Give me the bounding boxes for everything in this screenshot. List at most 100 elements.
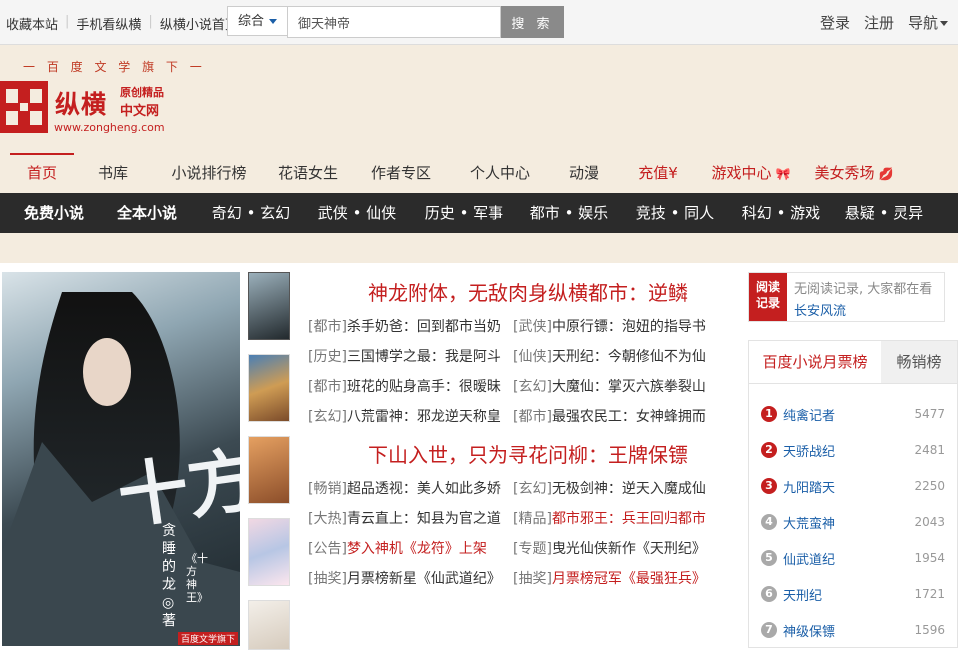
genre-tag[interactable]: [历史] <box>308 349 347 365</box>
genre-tag[interactable]: [仙侠] <box>513 349 552 365</box>
list-item[interactable]: 3 九阳踏天 2250 <box>749 468 957 504</box>
search-category-select[interactable]: 综合 <box>227 6 287 36</box>
headline-link[interactable]: 神龙附体，无敌肉身纵横都市：逆鳞 <box>318 278 738 308</box>
thumbnail[interactable] <box>248 354 290 422</box>
cover-art-icon: 十方神王 <box>2 292 240 646</box>
genre-tag[interactable]: [武侠] <box>513 319 552 335</box>
logo-name: 纵横 <box>55 90 108 119</box>
search-button[interactable]: 搜 索 <box>501 6 564 38</box>
news-link[interactable]: 都市邪王：兵王回归都市 <box>552 511 706 527</box>
news-link[interactable]: 三国博学之最：我是阿斗 <box>347 349 501 365</box>
news-link[interactable]: 班花的贴身高手：很暧昧 <box>347 379 501 395</box>
nav-girls[interactable]: 花语女生 <box>266 153 350 193</box>
list-item[interactable]: 7 神级保镖 1596 <box>749 612 957 648</box>
tab-bestseller[interactable]: 畅销榜 <box>881 341 957 383</box>
rank-book-link[interactable]: 天骄战纪 <box>783 441 903 460</box>
rank-book-link[interactable]: 大荒蛮神 <box>783 513 903 532</box>
recommended-book-link[interactable]: 长安风流 <box>794 300 846 319</box>
news-link[interactable]: 杀手奶爸：回到都市当奶 <box>347 319 501 335</box>
rank-count: 1721 <box>914 587 945 601</box>
cat-urban[interactable]: 都市 • 娱乐 <box>516 193 622 233</box>
cat-fantasy[interactable]: 奇幻 • 玄幻 <box>200 193 302 233</box>
rank-book-link[interactable]: 仙武道纪 <box>783 549 903 568</box>
thumbnail[interactable] <box>248 518 290 586</box>
genre-tag[interactable]: [抽奖] <box>513 571 552 587</box>
genre-tag[interactable]: [畅销] <box>308 481 347 497</box>
nav-authors[interactable]: 作者专区 <box>350 153 452 193</box>
rank-book-link[interactable]: 天刑纪 <box>783 585 903 604</box>
rank-book-link[interactable]: 九阳踏天 <box>783 477 903 496</box>
news-link[interactable]: 月票榜新星《仙武道纪》 <box>347 571 501 587</box>
nav-menu-link[interactable]: 导航 <box>908 12 948 33</box>
genre-tag[interactable]: [公告] <box>308 541 347 557</box>
nav-beauty-show[interactable]: 美女秀场 💋 <box>806 153 902 193</box>
rank-book-link[interactable]: 纯禽记者 <box>783 405 903 424</box>
news-row: [历史]三国博学之最：我是阿斗 [仙侠]天刑纪：今朝修仙不为仙 <box>308 342 728 372</box>
genre-tag[interactable]: [精品] <box>513 511 552 527</box>
list-item[interactable]: 1 纯禽记者 5477 <box>749 396 957 432</box>
nav-game-center[interactable]: 游戏中心 🎀 <box>696 153 806 193</box>
genre-tag[interactable]: [都市] <box>308 379 347 395</box>
cat-history[interactable]: 历史 • 军事 <box>412 193 516 233</box>
top-links: 收藏本站 | 手机看纵横 | 纵横小说首页 <box>6 14 238 33</box>
cat-complete[interactable]: 全本小说 <box>94 193 200 233</box>
cat-wuxia[interactable]: 武侠 • 仙侠 <box>302 193 412 233</box>
news-link[interactable]: 无极剑神：逆天入魔成仙 <box>552 481 706 497</box>
nav-recharge[interactable]: 充值¥ <box>620 153 696 193</box>
list-item[interactable]: 5 仙武道纪 1954 <box>749 540 957 576</box>
tab-monthly-ticket[interactable]: 百度小说月票榜 <box>749 341 881 383</box>
list-item[interactable]: 2 天骄战纪 2481 <box>749 432 957 468</box>
zongheng-logo-icon[interactable] <box>0 81 48 133</box>
nav-anime[interactable]: 动漫 <box>548 153 620 193</box>
news-link[interactable]: 大魔仙：掌灭六族拳裂山 <box>552 379 706 395</box>
register-link[interactable]: 注册 <box>864 12 894 33</box>
login-link[interactable]: 登录 <box>820 12 850 33</box>
list-item[interactable]: 6 天刑纪 1721 <box>749 576 957 612</box>
headline-link[interactable]: 下山入世，只为寻花问柳：王牌保镖 <box>318 440 738 470</box>
thumbnail[interactable] <box>248 600 290 650</box>
genre-tag[interactable]: [玄幻] <box>308 409 347 425</box>
cat-free[interactable]: 免费小说 <box>14 193 94 233</box>
featured-book-cover[interactable]: 十方神王 贪睡的龙◎著 《十方神王》 百度文学旗下 <box>2 272 240 646</box>
site-header: 一 百 度 文 学 旗 下 一 纵横 原创精品 中文网 www.zongheng… <box>0 45 958 153</box>
mobile-link[interactable]: 手机看纵横 <box>76 14 141 33</box>
thumbnail[interactable] <box>248 436 290 504</box>
search-input[interactable] <box>287 6 501 38</box>
news-link[interactable]: 中原行镖：泡妞的指导书 <box>552 319 706 335</box>
thumbnail[interactable] <box>248 272 290 340</box>
lips-icon: 💋 <box>878 167 894 181</box>
news-link[interactable]: 八荒雷神：邪龙逆天称皇 <box>347 409 501 425</box>
nav-library[interactable]: 书库 <box>74 153 152 193</box>
genre-tag[interactable]: [都市] <box>308 319 347 335</box>
news-link[interactable]: 天刑纪：今朝修仙不为仙 <box>552 349 706 365</box>
cat-scifi[interactable]: 科幻 • 游戏 <box>728 193 834 233</box>
news-link[interactable]: 最强农民工：女神蜂拥而 <box>552 409 706 425</box>
news-link[interactable]: 曳光仙侠新作《天刑纪》 <box>552 541 706 557</box>
search-category-label: 综合 <box>238 14 265 29</box>
news-link[interactable]: 月票榜冠军《最强狂兵》 <box>552 571 706 587</box>
genre-tag[interactable]: [都市] <box>513 409 552 425</box>
rank-number: 7 <box>761 622 777 638</box>
news-link[interactable]: 超品透视：美人如此多娇 <box>347 481 501 497</box>
cat-mystery[interactable]: 悬疑 • 灵异 <box>834 193 934 233</box>
rank-number: 5 <box>761 550 777 566</box>
news-link[interactable]: 梦入神机《龙符》上架 <box>347 541 487 557</box>
cat-sports[interactable]: 竞技 • 同人 <box>622 193 728 233</box>
genre-tag[interactable]: [玄幻] <box>513 379 552 395</box>
reading-history-empty: 无阅读记录, 大家都在看 <box>794 282 933 297</box>
rank-book-link[interactable]: 神级保镖 <box>783 621 903 640</box>
nav-home[interactable]: 首页 <box>10 153 74 193</box>
main-nav: 首页 书库 小说排行榜 花语女生 作者专区 个人中心 动漫 充值¥ 游戏中心 🎀 … <box>0 153 958 193</box>
nav-rankings[interactable]: 小说排行榜 <box>152 153 266 193</box>
news-link[interactable]: 青云直上：知县为官之道 <box>347 511 501 527</box>
reading-history: 阅读记录 无阅读记录, 大家都在看 长安风流 <box>748 272 945 322</box>
genre-tag[interactable]: [专题] <box>513 541 552 557</box>
news-row: [大热]青云直上：知县为官之道 [精品]都市邪王：兵王回归都市 <box>308 504 728 534</box>
genre-tag[interactable]: [大热] <box>308 511 347 527</box>
bookmark-site-link[interactable]: 收藏本站 <box>6 14 58 33</box>
list-item[interactable]: 4 大荒蛮神 2043 <box>749 504 957 540</box>
genre-tag[interactable]: [玄幻] <box>513 481 552 497</box>
genre-tag[interactable]: [抽奖] <box>308 571 347 587</box>
nav-personal-center[interactable]: 个人中心 <box>452 153 548 193</box>
rank-number: 1 <box>761 406 777 422</box>
